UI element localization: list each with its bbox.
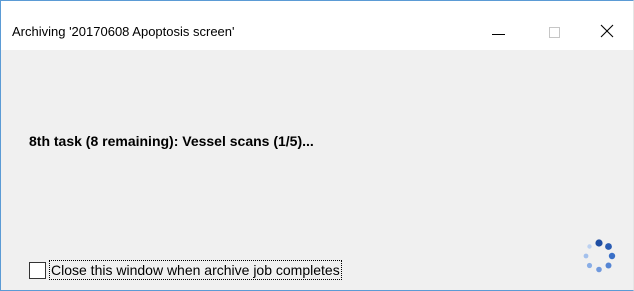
archive-progress-window: Archiving '20170608 Apoptosis screen' 8t… bbox=[0, 0, 634, 291]
close-on-complete-checkbox[interactable] bbox=[29, 262, 46, 279]
title-bar[interactable]: Archiving '20170608 Apoptosis screen' bbox=[1, 1, 633, 50]
task-status-text: 8th task (8 remaining): Vessel scans (1/… bbox=[29, 133, 314, 149]
close-on-complete-label[interactable]: Close this window when archive job compl… bbox=[49, 260, 342, 280]
maximize-button[interactable] bbox=[533, 13, 579, 49]
dialog-content: 8th task (8 remaining): Vessel scans (1/… bbox=[1, 50, 633, 290]
loading-spinner-icon bbox=[583, 239, 616, 273]
minimize-icon bbox=[492, 34, 505, 35]
minimize-button[interactable] bbox=[477, 13, 523, 49]
window-title: Archiving '20170608 Apoptosis screen' bbox=[12, 24, 235, 39]
maximize-icon bbox=[549, 27, 560, 38]
close-button[interactable] bbox=[587, 13, 633, 49]
close-icon bbox=[600, 24, 614, 38]
